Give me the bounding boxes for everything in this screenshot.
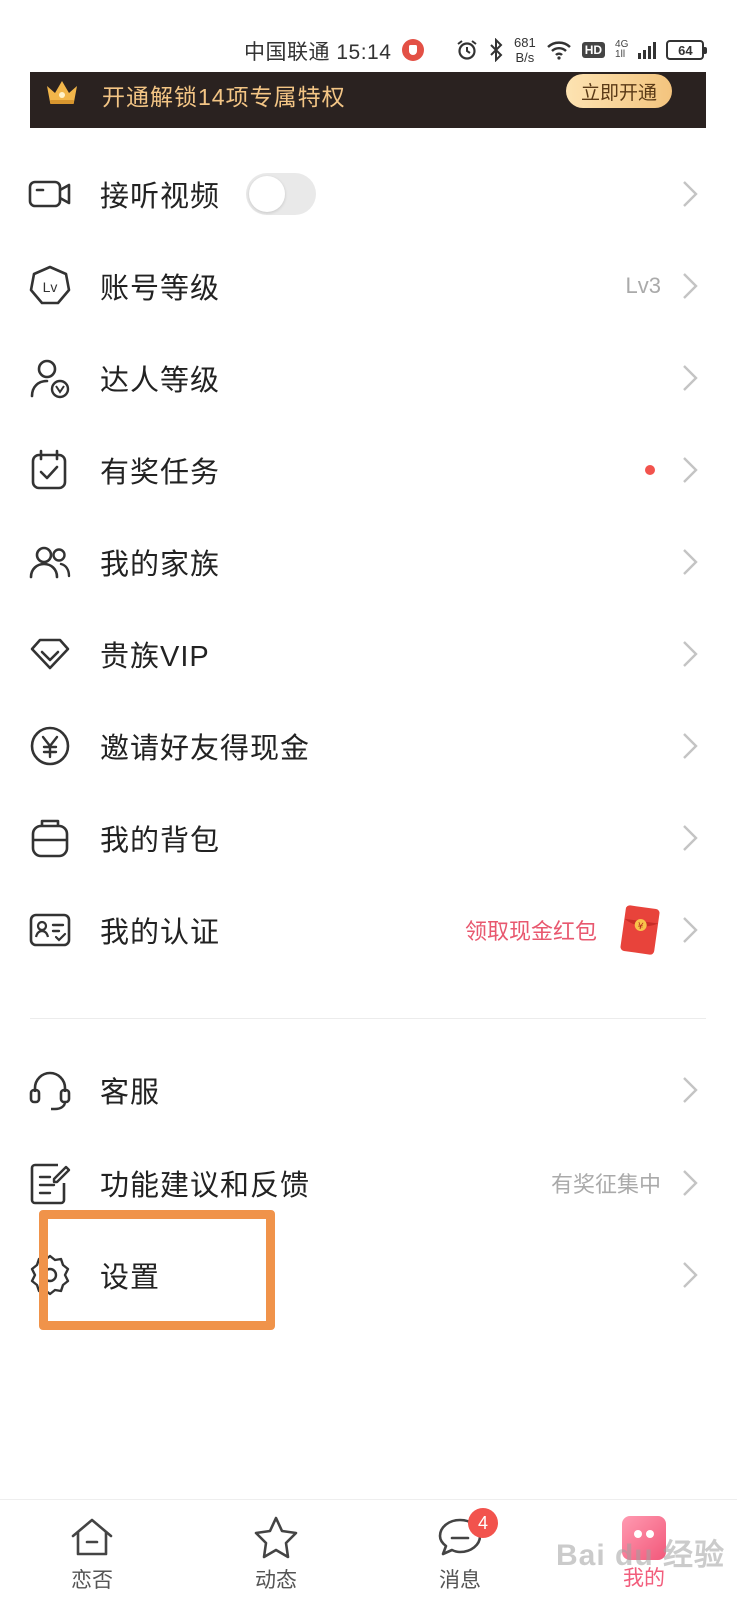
alarm-icon <box>457 40 477 60</box>
red-packet-icon: ¥ <box>620 905 660 955</box>
signal-icon <box>638 41 657 59</box>
crown-icon <box>47 81 77 104</box>
chevron-right-icon <box>681 823 699 853</box>
tab-moments[interactable]: 动态 <box>226 1514 326 1600</box>
network-type: 4G 1ll <box>615 39 629 60</box>
edit-note-icon <box>28 1161 72 1205</box>
users-icon <box>28 540 72 584</box>
menu-item-label: 我的认证 <box>100 917 221 949</box>
claim-cash-red-packet-text: 领取现金红包 <box>464 919 597 944</box>
tab-label: 恋否 <box>71 1569 113 1592</box>
menu-item-label: 有奖任务 <box>100 457 221 489</box>
backpack-icon <box>28 816 72 860</box>
video-camera-icon <box>28 172 72 216</box>
chevron-right-icon <box>681 1075 699 1105</box>
menu-item-label: 邀请好友得现金 <box>100 733 311 765</box>
menu-item-video-call[interactable]: 接听视频 <box>0 148 737 240</box>
settings-highlight-box <box>39 1210 275 1330</box>
menu-item-my-family[interactable]: 我的家族 <box>0 516 737 608</box>
network-speed: 681 B/s <box>514 35 536 65</box>
chevron-right-icon <box>681 639 699 669</box>
headset-icon <box>28 1068 72 1112</box>
menu-item-my-backpack[interactable]: 我的背包 <box>0 792 737 884</box>
menu-item-label: 功能建议和反馈 <box>100 1170 311 1202</box>
tab-label: 动态 <box>255 1569 297 1592</box>
menu-item-my-verification[interactable]: 我的认证 领取现金红包 ¥ <box>0 884 737 976</box>
chevron-right-icon <box>681 271 699 301</box>
menu-item-talent-level[interactable]: 达人等级 <box>0 332 737 424</box>
home-icon <box>68 1514 116 1562</box>
menu-item-label: 客服 <box>100 1077 161 1109</box>
status-bar: 中国联通 15:14 681 B/s HD 4G 1ll 64 <box>0 0 737 72</box>
tab-label: 消息 <box>439 1569 481 1592</box>
menu-item-label: 我的家族 <box>100 549 221 581</box>
tab-messages[interactable]: 4 消息 <box>410 1508 510 1600</box>
menu-item-label: 贵族VIP <box>100 641 210 673</box>
bluetooth-icon <box>490 38 503 62</box>
baidu-jingyan-watermark: Bai du 经验 <box>556 1539 726 1572</box>
open-vip-button[interactable]: 立即开通 <box>566 74 672 108</box>
menu-item-label: 账号等级 <box>100 273 221 305</box>
verified-user-icon <box>28 356 72 400</box>
calendar-check-icon <box>28 448 72 492</box>
notification-dot <box>645 465 655 475</box>
chevron-right-icon <box>681 1168 699 1198</box>
svg-text:Lv: Lv <box>43 279 58 295</box>
vip-banner-text: 开通解锁14项专属特权 <box>102 84 346 110</box>
menu-item-invite-friends[interactable]: 邀请好友得现金 <box>0 700 737 792</box>
id-card-icon <box>28 908 72 952</box>
yen-coin-icon <box>28 724 72 768</box>
star-icon <box>252 1514 300 1562</box>
chevron-right-icon <box>681 915 699 945</box>
lv-badge-icon: Lv <box>28 264 72 308</box>
chevron-right-icon <box>681 1260 699 1290</box>
section-divider <box>30 1018 706 1019</box>
chevron-right-icon <box>681 363 699 393</box>
hd-badge: HD <box>581 42 606 58</box>
feedback-reward-text: 有奖征集中 <box>550 1172 661 1197</box>
shield-icon <box>402 39 424 61</box>
menu-item-customer-service[interactable]: 客服 <box>0 1044 737 1136</box>
menu-item-account-level[interactable]: Lv 账号等级 Lv3 <box>0 240 737 332</box>
chevron-right-icon <box>681 455 699 485</box>
wifi-icon <box>546 41 571 60</box>
menu-item-label: 达人等级 <box>100 365 221 397</box>
menu-item-label: 接听视频 <box>100 181 221 213</box>
menu-item-label: 我的背包 <box>100 825 221 857</box>
status-icons: 681 B/s HD 4G 1ll 64 <box>456 32 708 68</box>
battery-icon: 64 <box>666 40 708 60</box>
vip-banner[interactable]: 开通解锁14项专属特权 立即开通 <box>30 72 706 128</box>
menu-item-noble-vip[interactable]: 贵族VIP <box>0 608 737 700</box>
chevron-right-icon <box>681 179 699 209</box>
tab-home[interactable]: 恋否 <box>42 1514 142 1600</box>
account-level-value: Lv3 <box>625 273 661 298</box>
menu-item-reward-tasks[interactable]: 有奖任务 <box>0 424 737 516</box>
message-count-badge: 4 <box>468 1508 498 1538</box>
video-call-toggle[interactable] <box>246 173 316 215</box>
toggle-knob <box>249 176 285 212</box>
chevron-right-icon <box>681 731 699 761</box>
chevron-right-icon <box>681 547 699 577</box>
diamond-icon <box>28 632 72 676</box>
carrier-time: 中国联通 15:14 <box>244 41 392 64</box>
